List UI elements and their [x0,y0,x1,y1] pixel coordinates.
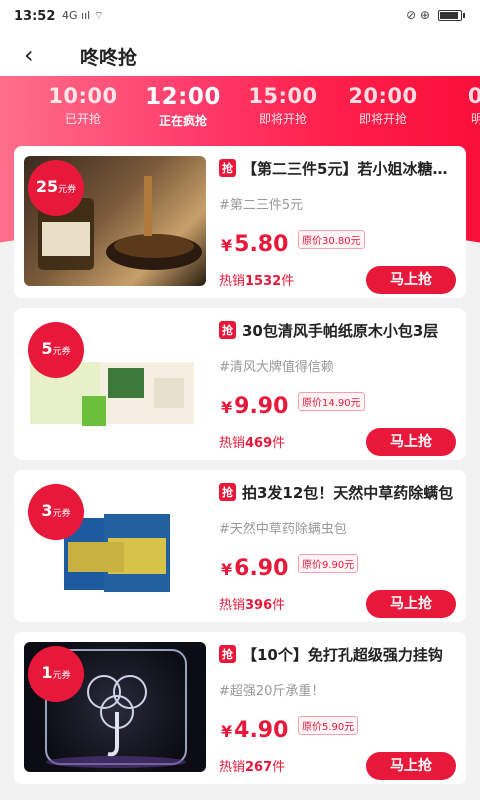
product-tag: #超强20斤承重！ [219,684,325,699]
time-slot-2[interactable]: 12:00 正在疯抢 [133,84,233,129]
qiang-tag: 抢 [219,321,236,339]
qiang-tag: 抢 [219,159,236,177]
time-slot-5[interactable]: 00 明日 [433,84,480,127]
product-card[interactable]: 5元券 抢 30包清风手帕纸原木小包3层 #清风大牌值得信赖 ¥9.90 原价14… [14,308,466,460]
signal-icon: 4G ııl ⌔ [62,9,105,22]
slot-time: 0 [0,84,12,108]
coupon-badge: 3元券 [28,484,84,540]
product-title: 抢拍3发12包！天然中草药除螨包 [219,482,459,503]
product-card[interactable]: 3元券 抢拍3发12包！天然中草药除螨包 #天然中草药除螨虫包 ¥6.90 原价… [14,470,466,622]
coupon-badge: 5元券 [28,322,84,378]
sold-count: 热销267件 [219,760,286,775]
time-slot-1[interactable]: 10:00 已开抢 [33,84,133,127]
coupon-badge: 1元券 [28,646,84,702]
coupon-badge: 25元券 [28,160,84,216]
product-price: ¥5.80 [221,232,289,257]
product-tag: #清风大牌值得信赖 [219,360,334,375]
product-price: ¥9.90 [221,394,289,419]
product-title: 抢【10个】免打孔超级强力挂钩 [219,644,459,665]
back-icon[interactable]: ‹ [24,40,56,72]
time-slot-3[interactable]: 15:00 即将开抢 [233,84,333,127]
sold-count: 热销396件 [219,598,286,613]
qiang-tag: 抢 [219,483,236,501]
buy-now-button[interactable]: 马上抢 [366,590,456,618]
slot-label: 抢 [0,110,12,127]
buy-now-button[interactable]: 马上抢 [366,428,456,456]
buy-now-button[interactable]: 马上抢 [366,752,456,780]
original-price: 原价14.90元 [298,392,365,411]
sold-count: 热销1532件 [219,274,295,289]
slot-label: 已开抢 [64,112,101,126]
product-price: ¥4.90 [221,718,289,743]
slot-label: 正在疯抢 [158,114,207,128]
qiang-tag: 抢 [219,645,236,663]
product-card[interactable]: 25元券 抢【第二三件5元】若小姐冰糖秋梨膏 #第二三件5元 ¥5.80 原价3… [14,146,466,298]
original-price: 原价5.90元 [298,716,359,735]
nav-bar: ‹ 咚咚抢 [0,34,480,76]
slot-label: 即将开抢 [358,112,407,126]
status-time: 13:52 [14,9,56,24]
slot-label: 明日 [470,112,480,126]
slot-time: 10:00 [48,84,118,108]
original-price: 原价30.80元 [298,230,365,249]
page-title: 咚咚抢 [80,47,138,69]
sold-count: 热销469件 [219,436,286,451]
battery-level [440,11,458,19]
time-slot-4[interactable]: 20:00 即将开抢 [333,84,433,127]
slot-time: 20:00 [348,84,418,108]
buy-now-button[interactable]: 马上抢 [366,266,456,294]
product-title: 抢【第二三件5元】若小姐冰糖秋梨膏 [219,158,459,179]
product-price: ¥6.90 [221,556,289,581]
status-right: ⊘ ⊕ [406,8,465,22]
product-title: 抢 30包清风手帕纸原木小包3层 [219,320,459,341]
product-tag: #天然中草药除螨虫包 [219,522,347,537]
slot-label: 即将开抢 [258,112,307,126]
slot-time: 12:00 [145,84,221,110]
original-price: 原价9.90元 [298,554,359,573]
product-tag: #第二三件5元 [219,198,304,213]
slot-time: 15:00 [248,84,318,108]
product-card[interactable]: 1元券 抢【10个】免打孔超级强力挂钩 #超强20斤承重！ ¥4.90 原价5.… [14,632,466,784]
status-bar: 13:52 4G ııl ⌔ ⊘ ⊕ [0,0,480,34]
slot-time: 00 [467,84,480,108]
status-icons: ⊘ ⊕ [406,8,430,22]
battery-icon [438,9,465,21]
time-slot-0[interactable]: 0 抢 [0,84,12,127]
